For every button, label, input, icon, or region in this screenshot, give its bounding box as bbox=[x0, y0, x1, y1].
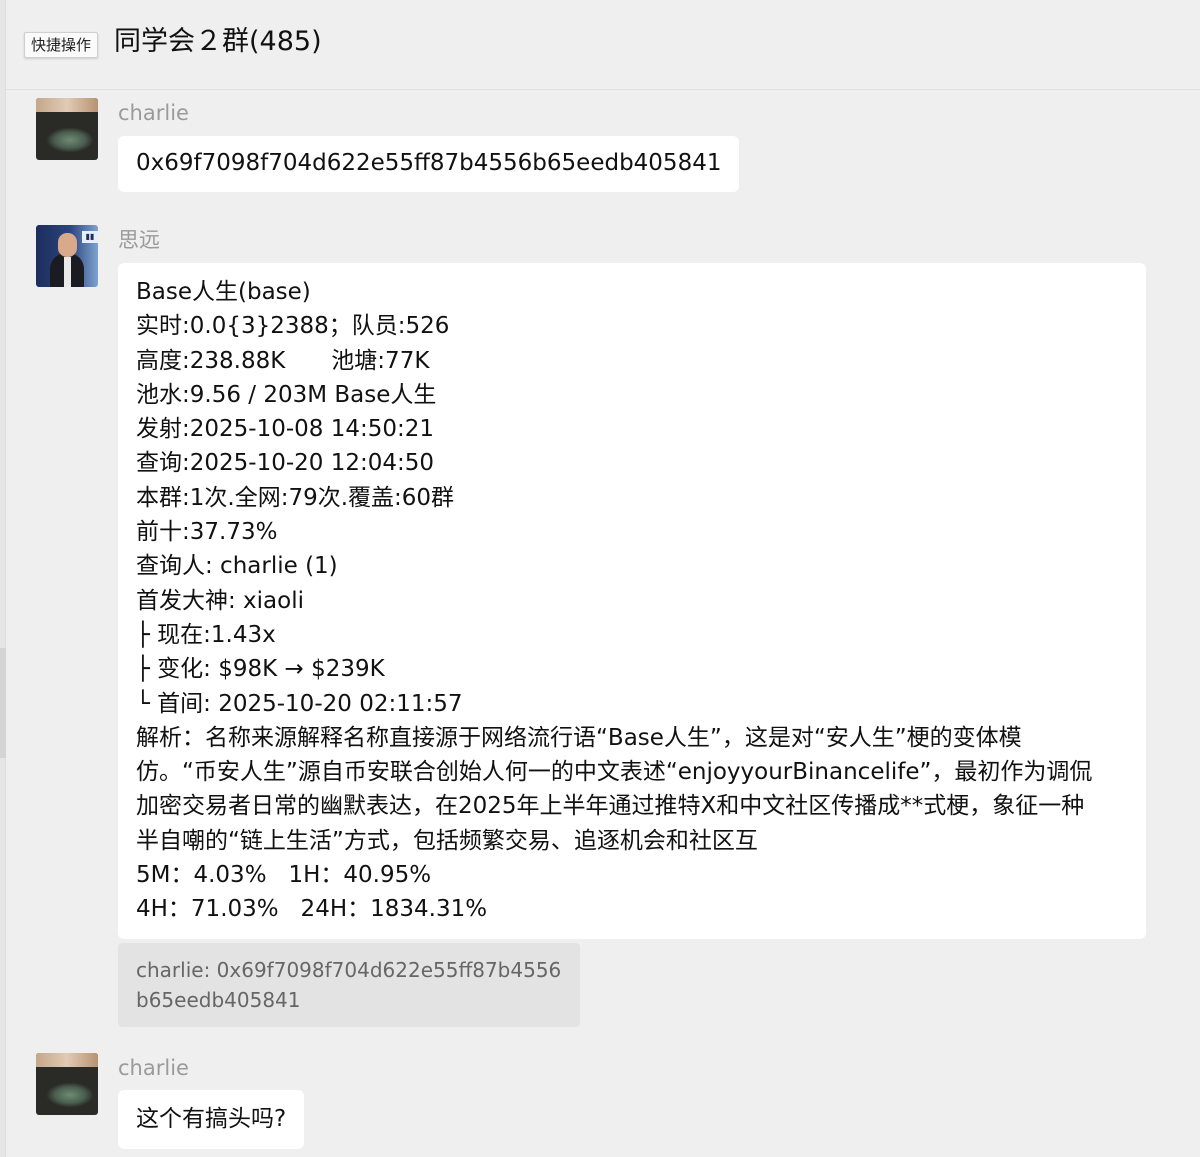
query-time-line: 查询:2025-10-20 12:04:50 bbox=[136, 450, 435, 477]
sender-name: charlie bbox=[118, 101, 189, 125]
first-caller-line: 首发大神: xiaoli bbox=[136, 587, 305, 614]
quoted-message[interactable]: charlie: 0x69f7098f704d622e55ff87b4556 b… bbox=[118, 943, 580, 1027]
price-line: 实时:0.0{3}2388；队员:526 bbox=[136, 313, 450, 340]
top-ten-line: 前十:37.73% bbox=[136, 519, 278, 546]
height-line: 高度:238.88K 池塘:77K bbox=[136, 347, 430, 374]
quote-line: b65eedb405841 bbox=[136, 988, 301, 1012]
message-text: 这个有搞头吗? bbox=[136, 1106, 287, 1132]
message-bubble[interactable]: 这个有搞头吗? bbox=[118, 1090, 305, 1150]
current-multiple-line: ├ 现在:1.43x bbox=[136, 621, 276, 648]
message-siyuan-report: ▮▮ 思远 Base人生(base) 实时:0.0{3}2388；队员:526 … bbox=[36, 225, 1186, 1035]
change-line: ├ 变化: $98K → $239K bbox=[136, 656, 385, 683]
quick-actions-tooltip: 快捷操作 bbox=[24, 32, 99, 58]
quote-line: charlie: 0x69f7098f704d622e55ff87b4556 bbox=[136, 958, 562, 982]
stats-line: 4H：71.03% 24H：1834.31% bbox=[136, 896, 488, 923]
querier-line: 查询人: charlie (1) bbox=[136, 553, 338, 580]
analysis-line: 加密交易者日常的幽默表达，在2025年上半年通过推特X和中文社区传播成**式梗，… bbox=[136, 793, 1085, 820]
message-bubble[interactable]: Base人生(base) 实时:0.0{3}2388；队员:526 高度:238… bbox=[118, 263, 1146, 939]
sender-name: 思远 bbox=[118, 228, 160, 252]
message-charlie-question: charlie 这个有搞头吗? bbox=[36, 1053, 1186, 1153]
token-name-line: Base人生(base) bbox=[136, 279, 311, 305]
group-title[interactable]: 同学会２群(485) bbox=[114, 24, 322, 60]
analysis-line: 解析：名称来源解释名称直接源于网络流行语“Base人生”，这是对“安人生”梗的变… bbox=[136, 724, 1022, 751]
analysis-line: 半自嘲的“链上生活”方式，包括频繁交易、追逐机会和社区互 bbox=[136, 827, 758, 854]
siyuan-avatar[interactable]: ▮▮ bbox=[36, 225, 98, 287]
launch-line: 发射:2025-10-08 14:50:21 bbox=[136, 416, 435, 443]
person-head bbox=[58, 233, 77, 257]
stats-line: 5M：4.03% 1H：40.95% bbox=[136, 862, 432, 889]
sender-name: charlie bbox=[118, 1056, 189, 1080]
charlie-avatar[interactable] bbox=[36, 1053, 98, 1115]
message-text: 0x69f7098f704d622e55ff87b4556b65eedb4058… bbox=[136, 150, 722, 176]
message-bubble[interactable]: 0x69f7098f704d622e55ff87b4556b65eedb4058… bbox=[118, 136, 740, 193]
coverage-line: 本群:1次.全网:79次.覆盖:60群 bbox=[136, 484, 455, 511]
resize-handle[interactable] bbox=[0, 648, 6, 758]
pool-line: 池水:9.56 / 203M Base人生 bbox=[136, 381, 437, 408]
message-charlie-address: charlie 0x69f7098f704d622e55ff87b4556b65… bbox=[36, 98, 1186, 198]
person-shirt bbox=[64, 257, 71, 287]
charlie-avatar[interactable] bbox=[36, 98, 98, 160]
first-time-line: └ 首间: 2025-10-20 02:11:57 bbox=[136, 690, 463, 717]
banner-sign-icon: ▮▮ bbox=[82, 231, 98, 243]
chat-header: 快捷操作 同学会２群(485) bbox=[6, 0, 1200, 90]
analysis-line: 仿。“币安人生”源自币安联合创始人何一的中文表述“enjoyyourBinanc… bbox=[136, 759, 1093, 786]
window-left-edge bbox=[0, 0, 6, 1157]
